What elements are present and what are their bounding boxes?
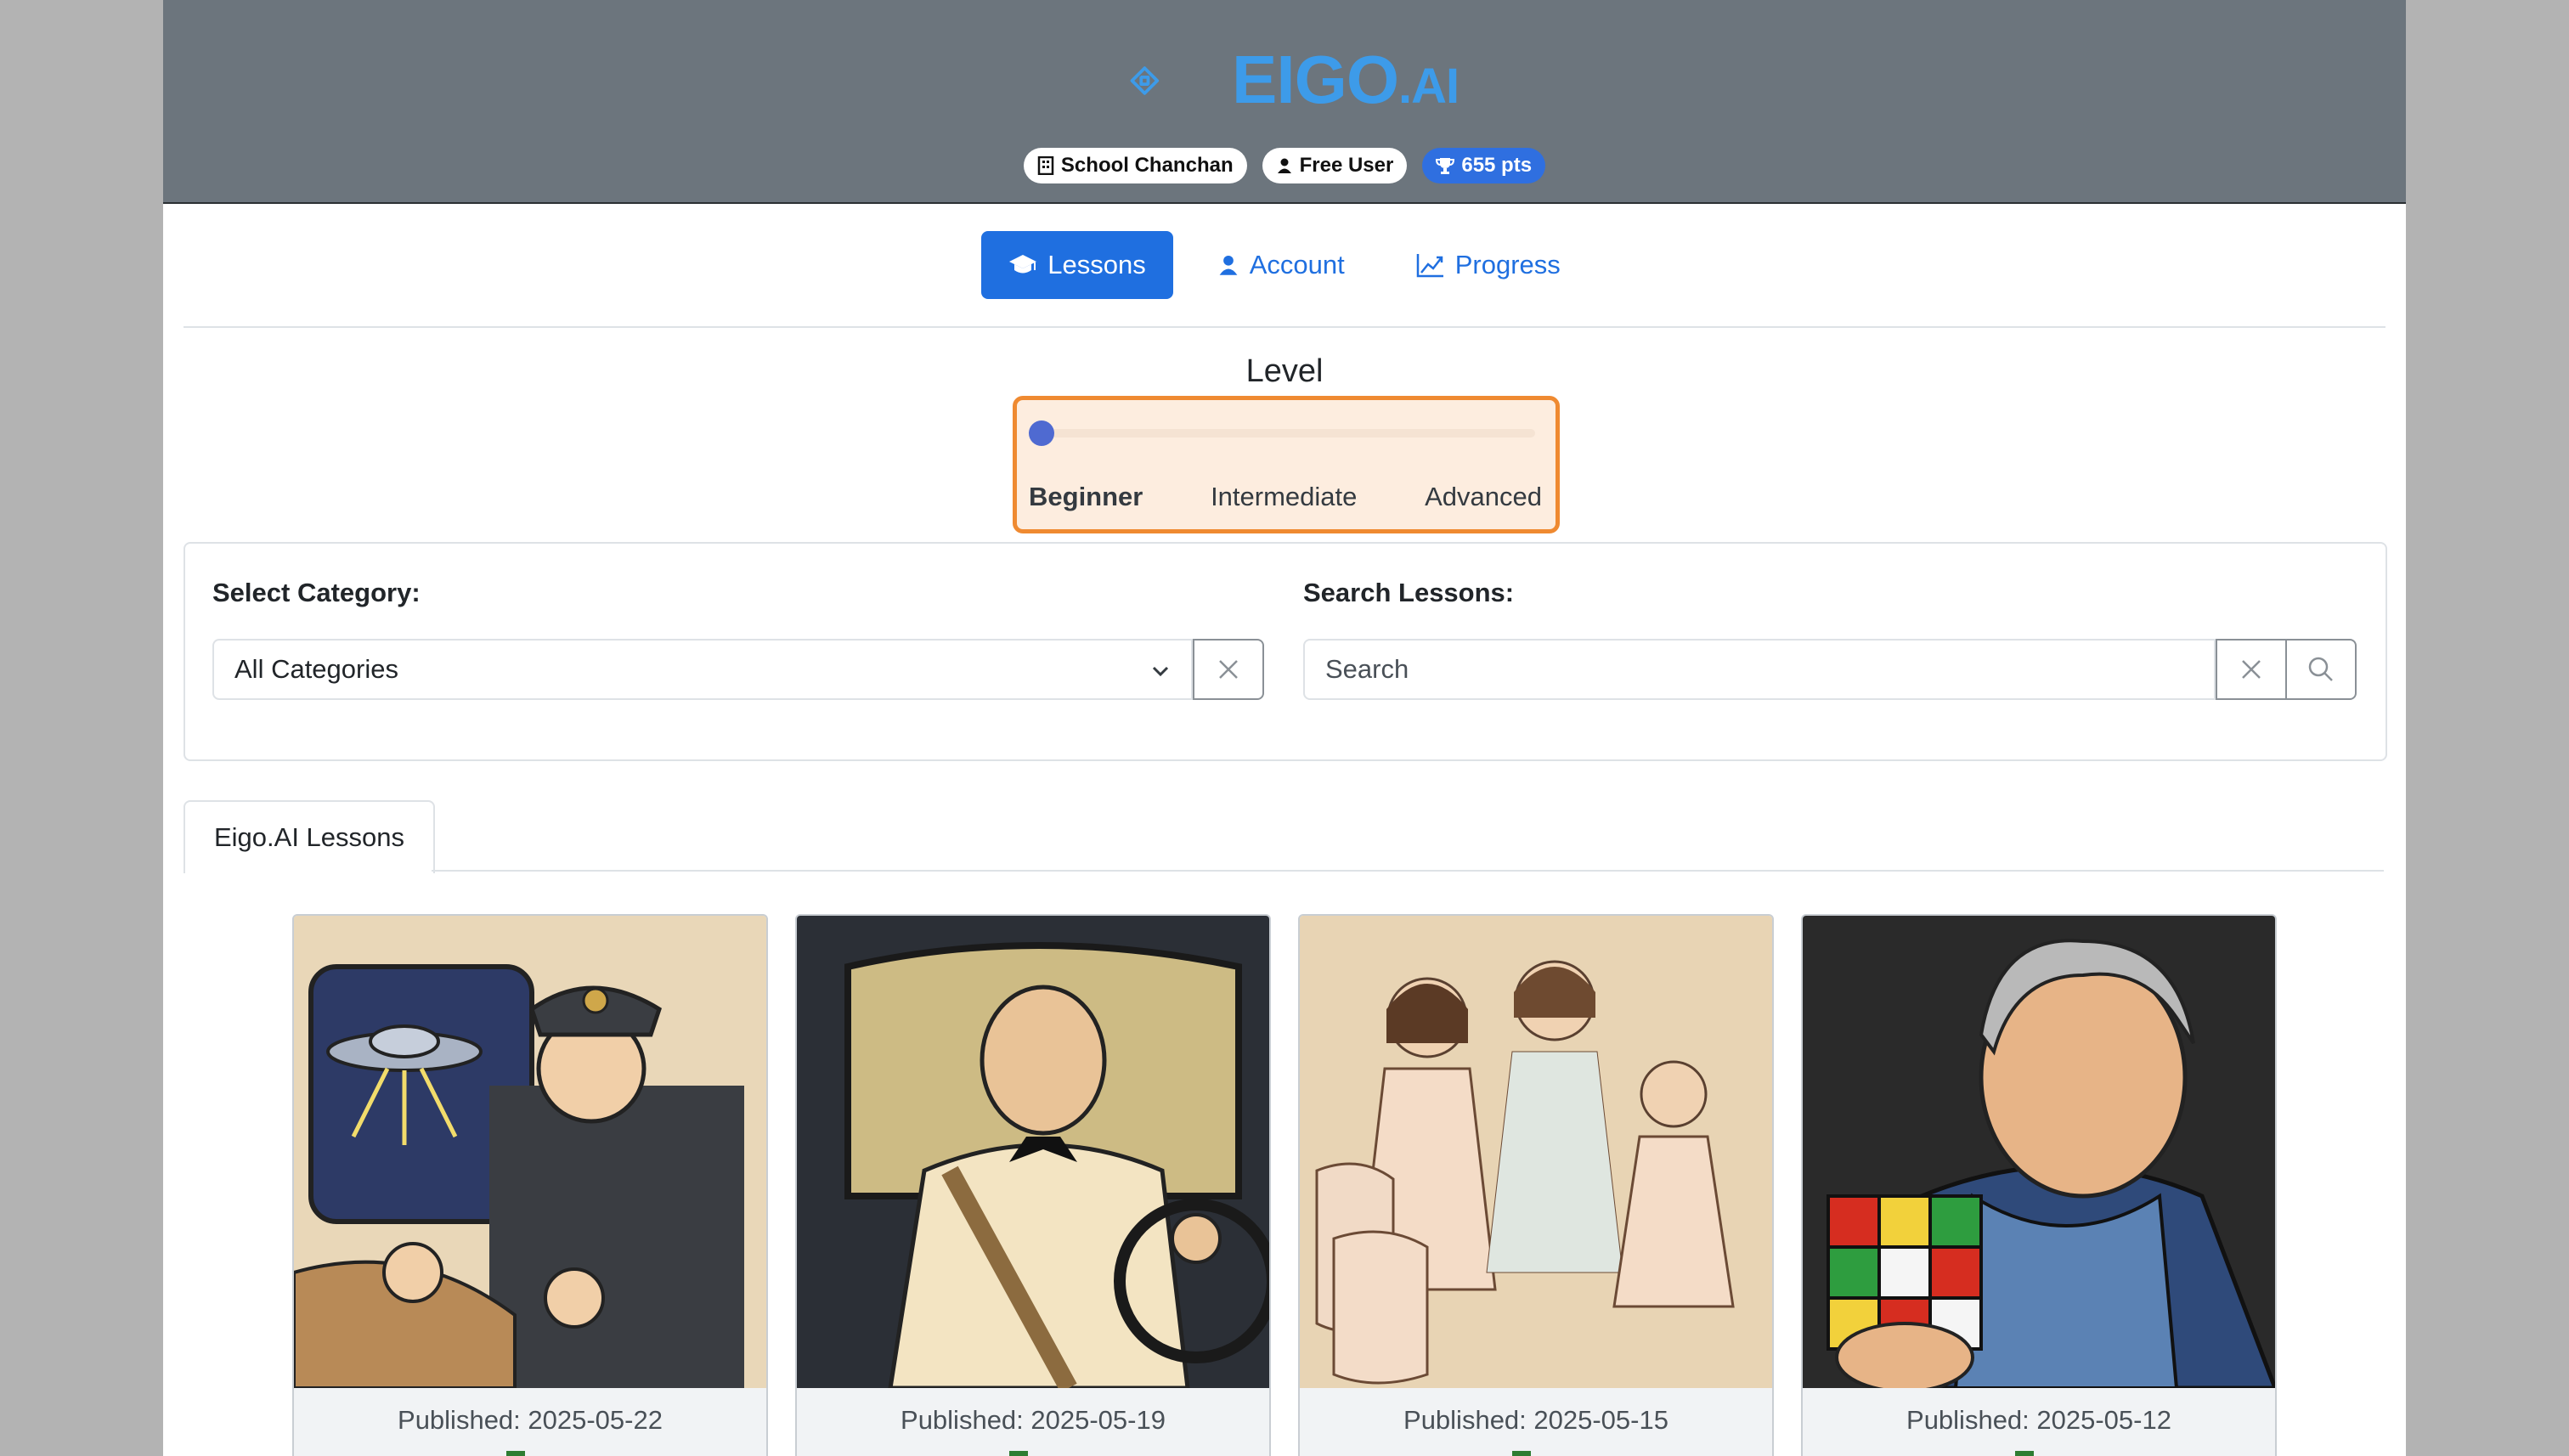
chevron-down-icon: [1152, 666, 1169, 677]
lesson-image-girls: [1300, 916, 1772, 1388]
trophy-icon: [1436, 158, 1455, 174]
lesson-published-date: Published: 2025-05-12: [1906, 1405, 2171, 1435]
category-label: Select Category:: [212, 578, 421, 607]
user-badges: School Chanchan Free User 655 pts: [163, 148, 2406, 185]
nav-account-label: Account: [1249, 250, 1345, 279]
lesson-published-date: Published: 2025-05-19: [901, 1405, 1166, 1435]
lesson-card[interactable]: Published: 2025-05-12: [1801, 914, 2277, 1456]
lesson-card[interactable]: Published: 2025-05-15: [1298, 914, 1774, 1456]
level-tag-icon: [506, 1451, 525, 1456]
level-title: Level: [1245, 353, 1324, 389]
level-option-beginner[interactable]: Beginner: [1029, 482, 1143, 512]
filter-panel: Select Category: All Categories Search L…: [184, 542, 2387, 761]
lesson-published-date: Published: 2025-05-15: [1403, 1405, 1668, 1435]
nav-account[interactable]: Account: [1190, 231, 1372, 299]
nav-progress[interactable]: Progress: [1389, 231, 1588, 299]
level-tag-icon: [1512, 1451, 1531, 1456]
search-icon: [2308, 657, 2333, 681]
lesson-image-cube-man: [1803, 916, 2275, 1388]
user-tier-badge: Free User: [1262, 148, 1408, 183]
main-nav: Lessons Account Progress: [163, 231, 2406, 299]
brand-suffix: .AI: [1398, 59, 1460, 114]
level-slider-thumb[interactable]: [1029, 420, 1054, 446]
school-name: School Chanchan: [1060, 154, 1234, 177]
search-input[interactable]: [1303, 639, 2216, 700]
lesson-image-driver: [797, 916, 1269, 1388]
search-button[interactable]: [2285, 639, 2357, 700]
chart-line-icon: [1416, 254, 1443, 278]
site-header: EIGO.AI School Chanchan Free User 655 pt…: [163, 0, 2406, 204]
close-icon: [1219, 660, 1238, 679]
level-option-advanced[interactable]: Advanced: [1425, 482, 1542, 512]
lesson-card[interactable]: Published: 2025-05-19: [795, 914, 1271, 1456]
building-icon: [1037, 156, 1054, 175]
graduation-cap-icon: [1009, 255, 1037, 274]
person-icon: [1219, 255, 1238, 275]
brand-name: EIGO: [1232, 42, 1399, 117]
school-badge: School Chanchan: [1023, 148, 1247, 183]
tab-divider: [432, 870, 2384, 872]
category-clear-button[interactable]: [1193, 639, 1264, 700]
nav-progress-label: Progress: [1454, 250, 1561, 279]
tab-eigo-lessons[interactable]: Eigo.AI Lessons: [184, 800, 435, 873]
category-select[interactable]: All Categories: [212, 639, 1193, 700]
search-label: Search Lessons:: [1303, 578, 1515, 607]
user-tier: Free User: [1299, 154, 1394, 177]
points-value: 655 pts: [1461, 154, 1533, 177]
nav-divider: [184, 326, 2386, 328]
level-tag-icon: [1009, 1451, 1028, 1456]
level-slider-panel: Beginner Intermediate Advanced: [1013, 396, 1560, 533]
category-select-value: All Categories: [234, 654, 398, 684]
close-icon: [2242, 660, 2261, 679]
lesson-published-date: Published: 2025-05-22: [398, 1405, 663, 1435]
eigo-logo-icon[interactable]: [1130, 34, 1232, 127]
nav-lessons-label: Lessons: [1047, 250, 1146, 279]
lesson-image-pilot: [294, 916, 766, 1388]
brand-wordmark[interactable]: EIGO.AI: [1232, 37, 1460, 129]
app-page: EIGO.AI School Chanchan Free User 655 pt…: [163, 0, 2406, 1456]
lesson-card[interactable]: Published: 2025-05-22: [292, 914, 768, 1456]
level-tag-icon: [2015, 1451, 2034, 1456]
level-slider-track[interactable]: [1032, 429, 1535, 437]
points-badge: 655 pts: [1422, 148, 1546, 183]
level-options: Beginner Intermediate Advanced: [1029, 482, 1542, 512]
nav-lessons[interactable]: Lessons: [981, 231, 1173, 299]
person-icon: [1277, 158, 1291, 173]
level-option-intermediate[interactable]: Intermediate: [1211, 482, 1357, 512]
search-clear-button[interactable]: [2216, 639, 2287, 700]
